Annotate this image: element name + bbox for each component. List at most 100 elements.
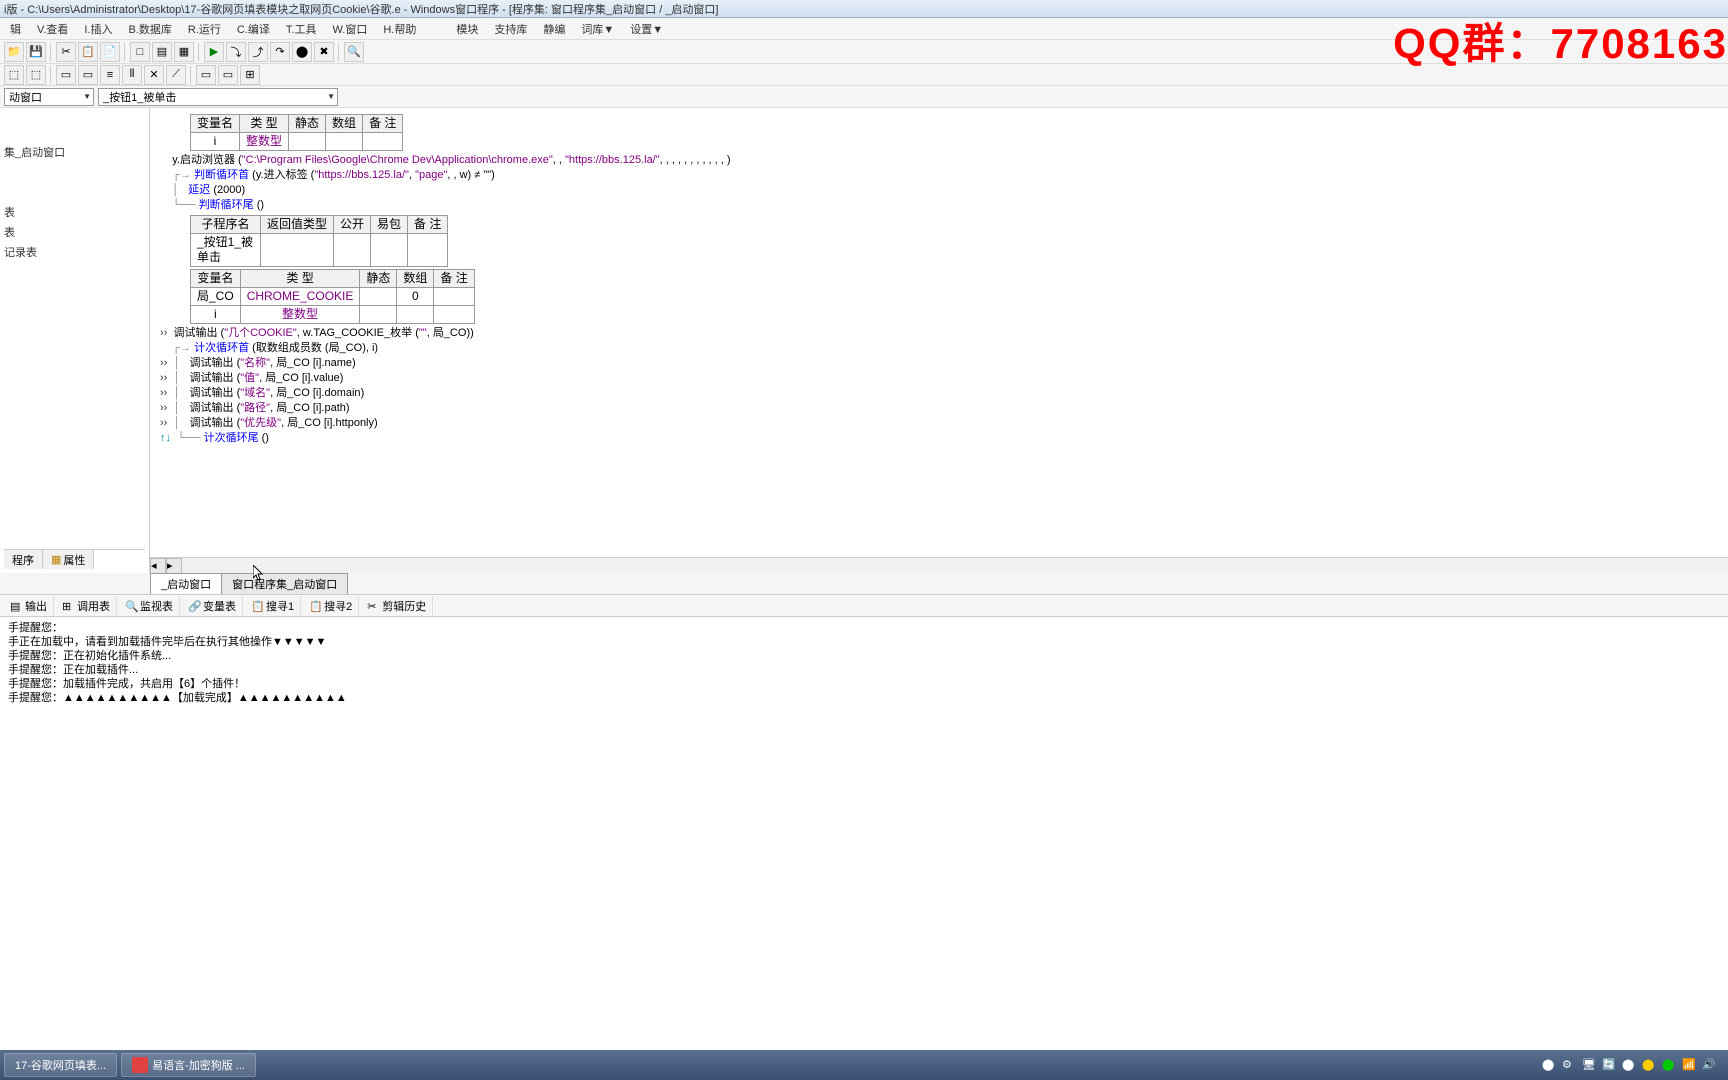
scroll-left-icon[interactable]: ◂	[150, 558, 166, 573]
tool-run-icon[interactable]: ▶	[204, 42, 224, 62]
window-selector[interactable]: 动窗口	[4, 88, 94, 106]
tool-stepover-icon[interactable]: ⤴	[248, 42, 268, 62]
tree-item-record[interactable]: 记录表	[4, 242, 145, 262]
title-text: i版 - C:\Users\Administrator\Desktop\17-谷…	[4, 1, 719, 17]
find-icon: 📋	[251, 600, 263, 612]
tree-item-table1[interactable]: 表	[4, 202, 145, 222]
menu-database[interactable]: B.数据库	[123, 19, 178, 39]
output-panel-tabs: ▤输出 ⊞调用表 🔍监视表 🔗变量表 📋搜寻1 📋搜寻2 ✂剪辑历史	[0, 595, 1728, 617]
tool2-5[interactable]: ≡	[100, 65, 120, 85]
output-line: 手提醒您：加载插件完成，共启用【6】个插件！	[8, 677, 1720, 691]
tool-grid-icon[interactable]: ▦	[174, 42, 194, 62]
taskbar: 17-谷歌网页填表... 易语言-加密狗版 ... ⬤ ⚙ 🖥 🔄 ⬤ ⬤ ⬤ …	[0, 1050, 1728, 1080]
tree-item-table2[interactable]: 表	[4, 222, 145, 242]
tab-variables[interactable]: 🔗变量表	[182, 596, 243, 616]
menu-view[interactable]: V.查看	[31, 19, 74, 39]
tool-break-icon[interactable]: ⬤	[292, 42, 312, 62]
tool2-8[interactable]: ⟋	[166, 65, 186, 85]
tab-search2[interactable]: 📋搜寻2	[303, 596, 359, 616]
code-line: ›› │ 调试输出 ("值", 局_CO [i].value)	[160, 371, 1718, 386]
tool2-7[interactable]: ✕	[144, 65, 164, 85]
menu-static[interactable]: 静编	[537, 19, 571, 39]
output-line: 手正在加载中，请看到加载插件完毕后在执行其他操作▼▼▼▼▼	[8, 635, 1720, 649]
code-line: y.启动浏览器 ("C:\Program Files\Google\Chrome…	[160, 153, 1718, 168]
code-line: ┌→ 判断循环首 (y.进入标签 ("https://bbs.125.la/",…	[160, 168, 1718, 183]
subroutine-table: 子程序名返回值类型公开易包备 注 _按钮1_被单击	[190, 215, 448, 267]
tab-clipboard[interactable]: ✂剪辑历史	[361, 596, 433, 616]
menu-support[interactable]: 支持库	[488, 19, 533, 39]
menu-settings[interactable]: 设置▼	[624, 19, 669, 39]
tab-program-set[interactable]: 窗口程序集_启动窗口	[221, 573, 348, 594]
menu-tools[interactable]: T.工具	[280, 19, 323, 39]
tray-icon-7[interactable]: ⬤	[1662, 1058, 1676, 1072]
menu-window[interactable]: W.窗口	[326, 19, 373, 39]
procedure-selector[interactable]: _按钮1_被单击	[98, 88, 338, 106]
watermark-text: QQ群：7708163	[1393, 10, 1728, 71]
output-line: 手提醒您：正在加载插件...	[8, 663, 1720, 677]
tool-step-icon[interactable]: ⤵	[226, 42, 246, 62]
tray-icon-4[interactable]: 🔄	[1602, 1058, 1616, 1072]
menu-compile[interactable]: C.编译	[231, 19, 276, 39]
tool-list-icon[interactable]: ▤	[152, 42, 172, 62]
left-tab-property[interactable]: ▦属性	[43, 550, 94, 569]
tray-network-icon[interactable]: 📶	[1682, 1058, 1696, 1072]
code-line: └── 判断循环尾 ()	[160, 198, 1718, 213]
tool-form-icon[interactable]: □	[130, 42, 150, 62]
tool2-9[interactable]: ▭	[196, 65, 216, 85]
menu-help[interactable]: H.帮助	[377, 19, 422, 39]
menu-run[interactable]: R.运行	[182, 19, 227, 39]
variable-table-2: 变量名类 型静态数组备 注 局_COCHROME_COOKIE0 i整数型	[190, 269, 475, 324]
output-line: 手提醒您：	[8, 621, 1720, 635]
tool-open-icon[interactable]: 📁	[4, 42, 24, 62]
menu-dict[interactable]: 词库▼	[575, 19, 620, 39]
tray-volume-icon[interactable]: 🔊	[1702, 1058, 1716, 1072]
output-console[interactable]: 手提醒您： 手正在加载中，请看到加载插件完毕后在执行其他操作▼▼▼▼▼ 手提醒您…	[0, 617, 1728, 837]
tree-item-window[interactable]: 集_启动窗口	[4, 142, 145, 162]
tab-output[interactable]: ▤输出	[4, 596, 54, 616]
variable-table-1: 变量名类 型静态数组备 注 i整数型	[190, 114, 403, 151]
tool2-10[interactable]: ▭	[218, 65, 238, 85]
left-tab-program[interactable]: 程序	[4, 550, 43, 569]
taskbar-item-2[interactable]: 易语言-加密狗版 ...	[121, 1053, 256, 1077]
tray-icon-6[interactable]: ⬤	[1642, 1058, 1656, 1072]
tool-stepout-icon[interactable]: ↷	[270, 42, 290, 62]
scroll-right-icon[interactable]: ▸	[166, 558, 182, 573]
menu-module[interactable]: 模块	[450, 19, 484, 39]
tab-startup-window[interactable]: _启动窗口	[150, 573, 222, 594]
menu-edit[interactable]: 辑	[4, 19, 27, 39]
tray-icon-3[interactable]: 🖥	[1582, 1058, 1596, 1072]
tool-paste-icon[interactable]: 📄	[100, 42, 120, 62]
app-icon	[132, 1057, 148, 1073]
output-icon: ▤	[10, 600, 22, 612]
horizontal-scrollbar[interactable]: ◂ ▸	[150, 557, 1728, 573]
code-line: ›› │ 调试输出 ("域名", 局_CO [i].domain)	[160, 386, 1718, 401]
tab-watch[interactable]: 🔍监视表	[119, 596, 180, 616]
grid-icon: ⊞	[62, 600, 74, 612]
tool-stop-icon[interactable]: ✖	[314, 42, 334, 62]
tray-icon-5[interactable]: ⬤	[1622, 1058, 1636, 1072]
output-line: 手提醒您：正在初始化插件系统...	[8, 649, 1720, 663]
tab-calltable[interactable]: ⊞调用表	[56, 596, 117, 616]
code-editor[interactable]: 变量名类 型静态数组备 注 i整数型 y.启动浏览器 ("C:\Program …	[150, 108, 1728, 573]
tray-icon-1[interactable]: ⬤	[1542, 1058, 1556, 1072]
tool2-6[interactable]: ⫴	[122, 65, 142, 85]
tool-copy-icon[interactable]: 📋	[78, 42, 98, 62]
code-line: ›› 调试输出 ("几个COOKIE", w.TAG_COOKIE_枚举 (""…	[160, 326, 1718, 341]
tool2-3[interactable]: ▭	[56, 65, 76, 85]
code-line: ┌→ 计次循环首 (取数组成员数 (局_CO), i)	[160, 341, 1718, 356]
tool-save-icon[interactable]: 💾	[26, 42, 46, 62]
find-icon: 📋	[309, 600, 321, 612]
tool-cut-icon[interactable]: ✂	[56, 42, 76, 62]
menu-insert[interactable]: I.插入	[78, 19, 118, 39]
tab-search1[interactable]: 📋搜寻1	[245, 596, 301, 616]
code-line: ›› │ 调试输出 ("名称", 局_CO [i].name)	[160, 356, 1718, 371]
tray-icon-2[interactable]: ⚙	[1562, 1058, 1576, 1072]
tool-binoculars-icon[interactable]: 🔍	[344, 42, 364, 62]
code-line: ›› │ 调试输出 ("优先级", 局_CO [i].httponly)	[160, 416, 1718, 431]
tool2-11[interactable]: ⊞	[240, 65, 260, 85]
tool2-1[interactable]: ⬚	[4, 65, 24, 85]
tool2-4[interactable]: ▭	[78, 65, 98, 85]
editor-tabs: _启动窗口 窗口程序集_启动窗口	[0, 573, 1728, 595]
tool2-2[interactable]: ⬚	[26, 65, 46, 85]
taskbar-item-1[interactable]: 17-谷歌网页填表...	[4, 1053, 117, 1077]
